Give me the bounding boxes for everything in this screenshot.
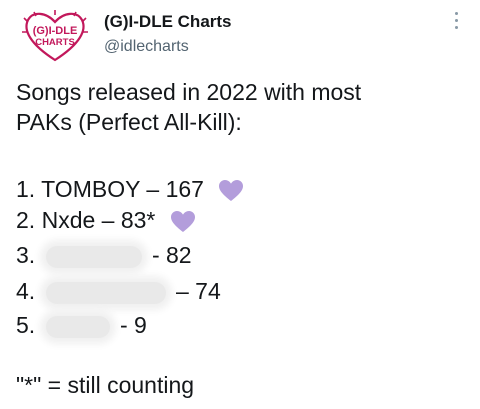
list-item: 5. - 9 [16, 310, 147, 340]
item-rank: 1. [16, 176, 36, 202]
more-options-icon[interactable] [452, 12, 460, 34]
list-item: 1. TOMBOY – 167 [16, 174, 244, 204]
avatar-text-1: (G)I-DLE [33, 25, 78, 37]
headline-line-1: Songs released in 2022 with most [16, 79, 362, 105]
item-title: TOMBOY [41, 176, 141, 202]
item-title: Nxde [41, 207, 96, 233]
tweet-headline: Songs released in 2022 with most PAKs (P… [16, 78, 361, 138]
item-value: - 9 [119, 312, 147, 338]
redacted-title [45, 281, 166, 304]
purple-heart-icon [170, 210, 195, 232]
item-rank: 5. [16, 312, 36, 338]
item-value: - 82 [151, 242, 192, 268]
avatar[interactable]: (G)I-DLE CHARTS [20, 8, 90, 64]
redacted-title [45, 245, 142, 268]
list-item: 4. – 74 [16, 276, 221, 306]
item-rank: 4. [16, 278, 36, 304]
headline-line-2: PAKs (Perfect All-Kill): [16, 109, 242, 135]
footnote: "*" = still counting [16, 372, 195, 398]
item-value: – 167 [146, 176, 204, 202]
redacted-title [45, 315, 110, 338]
item-value: – 74 [175, 278, 221, 304]
user-handle[interactable]: @idlecharts [104, 38, 189, 56]
purple-heart-icon [219, 179, 244, 201]
tweet-card: (G)I-DLE CHARTS (G)I-DLE Charts @idlecha… [0, 0, 480, 409]
list-item: 2. Nxde – 83* [16, 205, 196, 235]
item-rank: 2. [16, 207, 36, 233]
list-item: 3. - 82 [16, 240, 192, 270]
avatar-text-2: CHARTS [35, 37, 75, 48]
avatar-logo: (G)I-DLE CHARTS [22, 10, 88, 62]
display-name[interactable]: (G)I-DLE Charts [104, 12, 232, 32]
item-value: – 83* [101, 207, 156, 233]
item-rank: 3. [16, 242, 36, 268]
